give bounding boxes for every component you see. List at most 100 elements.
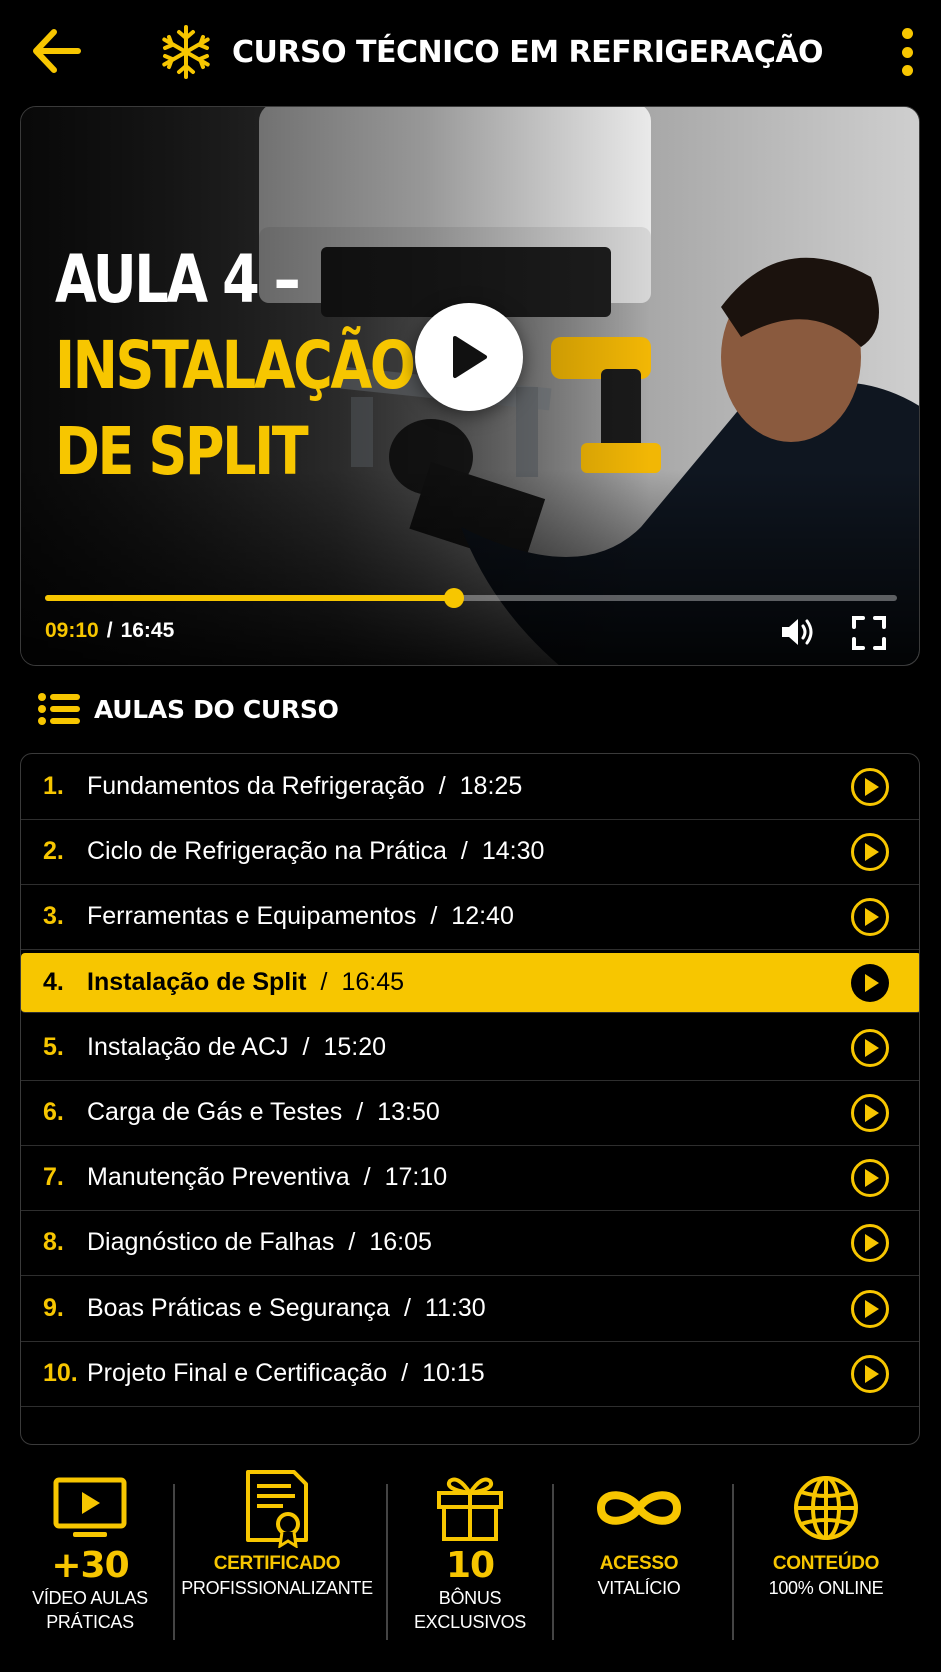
feature-bonus-line1: BÔNUS: [438, 1588, 502, 1608]
lesson-row[interactable]: 10. Projeto Final e Certificação / 10:15: [21, 1341, 919, 1407]
lesson-title-line3: DE SPLIT: [55, 413, 309, 490]
lesson-separator: /: [438, 772, 446, 800]
lesson-separator: /: [430, 902, 438, 931]
lesson-label: Projeto Final e Certificação / 10:15: [87, 1359, 485, 1388]
lesson-label: Manutenção Preventiva / 17:10: [87, 1163, 447, 1192]
page-title: CURSO TÉCNICO EM REFRIGERAÇÃO: [232, 34, 824, 70]
feature-bonus-count: 10: [445, 1545, 495, 1586]
lesson-row[interactable]: 5. Instalação de ACJ / 15:20: [21, 1015, 919, 1081]
play-circle-icon[interactable]: [849, 766, 891, 808]
fullscreen-icon: [852, 616, 886, 650]
play-button[interactable]: [415, 303, 523, 411]
video-player[interactable]: AULA 4 – INSTALAÇÃO DE SPLIT 09:10 / 16:45: [20, 106, 920, 666]
lesson-row[interactable]: 3. Ferramentas e Equipamentos / 12:40: [21, 884, 919, 951]
feature-certificate-line1: CERTIFICADO: [213, 1553, 341, 1574]
lesson-label: Ferramentas e Equipamentos / 12:40: [87, 902, 514, 931]
play-circle-icon[interactable]: [849, 1157, 891, 1199]
play-circle-icon[interactable]: [849, 896, 891, 938]
lesson-row[interactable]: 6. Carga de Gás e Testes / 13:50: [21, 1080, 919, 1146]
lesson-label: Ciclo de Refrigeração na Prática / 14:30: [87, 837, 544, 866]
snowflake-icon: [162, 25, 210, 79]
play-circle-icon[interactable]: [849, 831, 891, 873]
lesson-duration: 13:50: [377, 1098, 440, 1126]
lesson-title-line2: INSTALAÇÃO: [55, 327, 416, 404]
play-circle-icon[interactable]: [849, 1288, 891, 1330]
lessons-section-title: AULAS DO CURSO: [94, 694, 339, 724]
progress-thumb[interactable]: [443, 588, 464, 608]
lesson-number: 1.: [43, 772, 64, 800]
lesson-title-overlay: AULA 4 – INSTALAÇÃO DE SPLIT: [55, 237, 416, 495]
lesson-label: Diagnóstico de Falhas / 16:05: [87, 1228, 432, 1257]
lesson-name: Instalação de Split: [87, 967, 307, 996]
lesson-separator: /: [401, 1358, 409, 1387]
lesson-label: Carga de Gás e Testes / 13:50: [87, 1098, 440, 1127]
lesson-label: Instalação de ACJ / 15:20: [87, 1033, 386, 1062]
play-circle-icon[interactable]: [849, 1092, 891, 1134]
lesson-name: Manutenção Preventiva: [87, 1163, 350, 1192]
lesson-duration: 18:25: [459, 772, 523, 800]
lesson-separator: /: [348, 1228, 356, 1257]
lesson-number: 4.: [43, 967, 64, 996]
app-header: CURSO TÉCNICO EM REFRIGERAÇÃO: [0, 0, 941, 104]
more-vertical-icon-dot: [901, 65, 913, 76]
lesson-row[interactable]: 9. Boas Práticas e Segurança / 11:30: [21, 1276, 919, 1342]
globe-icon: [794, 1476, 858, 1540]
divider: [732, 1484, 734, 1640]
lesson-duration: 17:10: [384, 1163, 448, 1192]
header-title-group: CURSO TÉCNICO EM REFRIGERAÇÃO: [158, 22, 824, 82]
more-options-button[interactable]: [895, 28, 919, 76]
lesson-number: 3.: [43, 902, 64, 931]
lesson-row[interactable]: 7. Manutenção Preventiva / 17:10: [21, 1145, 919, 1212]
more-vertical-icon-dot: [901, 46, 913, 58]
lesson-row[interactable]: 8. Diagnóstico de Falhas / 16:05: [21, 1210, 919, 1277]
feature-videos-line2: PRÁTICAS: [46, 1612, 134, 1632]
list-icon: [38, 693, 80, 725]
feature-online-line1: CONTEÚDO: [772, 1553, 880, 1574]
lesson-number: 10.: [43, 1358, 78, 1387]
play-circle-icon[interactable]: [849, 1222, 891, 1264]
feature-videos-count: +30: [51, 1545, 129, 1586]
feature-certificate-line2: PROFISSIONALIZANTE: [181, 1578, 373, 1598]
current-time: 09:10: [45, 619, 99, 642]
lesson-label: Instalação de Split / 16:45: [87, 968, 404, 997]
volume-icon: [782, 619, 813, 645]
total-duration: 16:45: [120, 619, 175, 642]
lesson-separator: /: [302, 1032, 310, 1061]
divider: [386, 1484, 388, 1640]
progress-bar[interactable]: [45, 588, 897, 608]
fullscreen-button[interactable]: [851, 615, 887, 651]
lesson-number: 6.: [43, 1098, 64, 1126]
lesson-name: Boas Práticas e Segurança: [87, 1293, 390, 1322]
lesson-separator: /: [356, 1098, 364, 1126]
lesson-list: 1. Fundamentos da Refrigeração / 18:25 2. Cic…: [20, 753, 920, 1445]
divider: [173, 1484, 175, 1640]
lesson-name: Carga de Gás e Testes: [87, 1098, 343, 1126]
feature-access-line2: VITALÍCIO: [597, 1578, 681, 1598]
arrow-left-icon: [33, 29, 81, 73]
certificate-icon: [246, 1470, 308, 1548]
play-circle-icon[interactable]: [849, 962, 891, 1004]
feature-access: ACESSO VITALÍCIO: [566, 1470, 712, 1650]
lesson-row[interactable]: 2. Ciclo de Refrigeração na Prática / 14:30: [21, 819, 919, 886]
lesson-row[interactable]: 1. Fundamentos da Refrigeração / 18:25: [21, 754, 919, 820]
play-circle-icon[interactable]: [849, 1027, 891, 1069]
feature-bonus-line2: EXCLUSIVOS: [413, 1612, 527, 1632]
lesson-duration: 11:30: [424, 1293, 486, 1322]
play-circle-icon[interactable]: [849, 1353, 891, 1395]
lesson-duration: 15:20: [323, 1032, 387, 1061]
feature-videos: +30 VÍDEO AULAS PRÁTICAS: [20, 1470, 160, 1650]
lesson-row[interactable]: 4. Instalação de Split / 16:45: [21, 952, 919, 1013]
feature-videos-line1: VÍDEO AULAS: [32, 1588, 148, 1608]
back-button[interactable]: [30, 28, 84, 74]
feature-certificate: CERTIFICADO PROFISSIONALIZANTE: [181, 1470, 373, 1650]
video-screen-icon: [53, 1477, 127, 1537]
lesson-name: Projeto Final e Certificação: [87, 1358, 388, 1387]
volume-button[interactable]: [779, 615, 817, 649]
lesson-number: 9.: [43, 1293, 64, 1322]
lesson-label: Fundamentos da Refrigeração / 18:25: [87, 772, 522, 801]
lesson-separator: /: [320, 967, 328, 996]
lesson-name: Ferramentas e Equipamentos: [87, 902, 417, 931]
time-display: 09:10 / 16:45: [45, 619, 174, 643]
lesson-number: 2.: [43, 837, 64, 866]
lesson-duration: 12:40: [451, 902, 514, 931]
